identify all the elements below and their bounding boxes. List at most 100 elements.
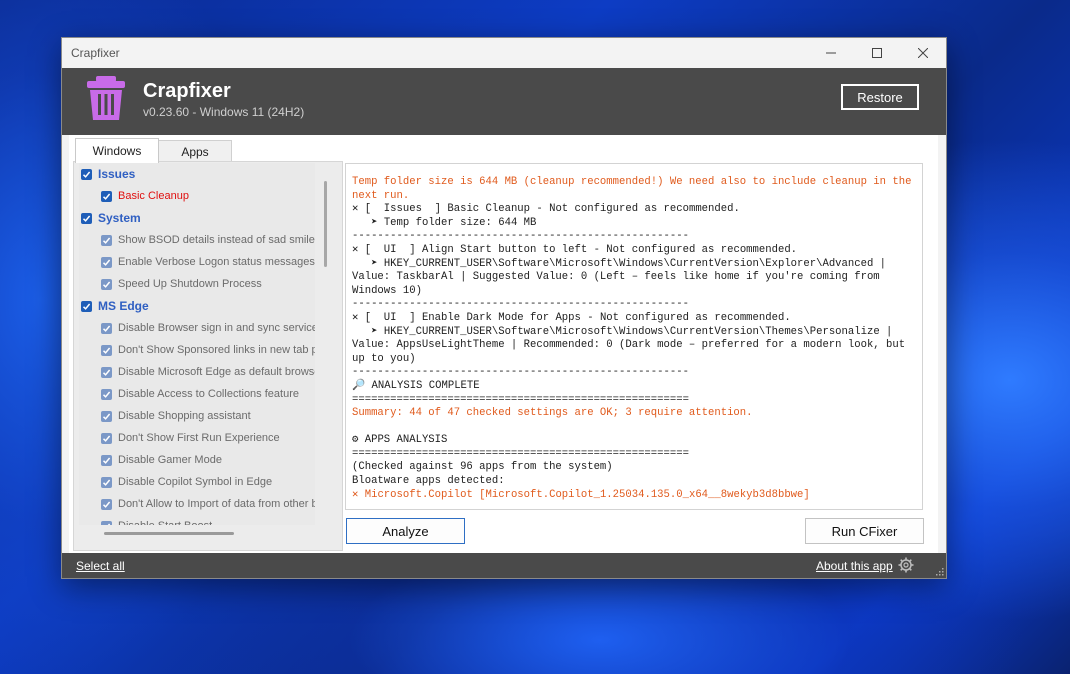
settings-item-label: Disable Gamer Mode [118, 454, 222, 466]
gear-icon[interactable] [898, 557, 914, 573]
settings-item[interactable]: Disable Access to Collections feature [79, 383, 315, 405]
settings-item-label: Don't Show Sponsored links in new tab pa… [118, 344, 315, 356]
log-line: ➤ HKEY_CURRENT_USER\Software\Microsoft\W… [352, 325, 912, 365]
checkbox[interactable] [81, 168, 92, 180]
settings-item-label: Enable Verbose Logon status messages [118, 256, 315, 268]
log-line: (Checked against 96 apps from the system… [352, 461, 613, 474]
app-window: Crapfixer Crapfixer v0.23.60 - Windows 1… [61, 37, 947, 579]
checkbox[interactable] [81, 300, 92, 312]
check-icon [82, 303, 91, 310]
log-line: ----------------------------------------… [352, 366, 689, 379]
log-line: Temp folder size is 644 MB (cleanup reco… [352, 176, 918, 202]
run-cfixer-button[interactable]: Run CFixer [805, 518, 924, 544]
settings-item[interactable]: Disable Browser sign in and sync service… [79, 317, 315, 339]
checkbox[interactable] [101, 388, 112, 400]
close-button[interactable] [900, 38, 946, 68]
settings-tree[interactable]: Issues Basic Cleanup System Show BSOD detai… [79, 163, 315, 525]
log-line: Summary: 44 of 47 checked settings are O… [352, 407, 753, 420]
settings-item-label: Disable Microsoft Edge as default browse… [118, 366, 315, 378]
checkbox[interactable] [81, 212, 92, 224]
settings-group[interactable]: Issues [79, 163, 315, 185]
maximize-icon [872, 48, 882, 58]
vertical-scrollbar[interactable] [324, 181, 327, 267]
settings-item[interactable]: Don't Show First Run Experience [79, 427, 315, 449]
tab-apps[interactable]: Apps [158, 140, 232, 163]
checkbox[interactable] [101, 498, 112, 510]
checkbox[interactable] [101, 432, 112, 444]
checkbox[interactable] [101, 256, 112, 268]
close-icon [918, 48, 928, 58]
minimize-icon [826, 52, 836, 54]
horizontal-scrollbar[interactable] [104, 532, 234, 535]
check-icon [102, 347, 111, 354]
analysis-log[interactable]: Temp folder size is 644 MB (cleanup reco… [345, 163, 923, 510]
settings-item[interactable]: Enable Verbose Logon status messages [79, 251, 315, 273]
check-icon [82, 215, 91, 222]
settings-item[interactable]: Basic Cleanup [79, 185, 315, 207]
settings-item[interactable]: Speed Up Shutdown Process [79, 273, 315, 295]
checkbox[interactable] [101, 520, 112, 525]
check-icon [102, 457, 111, 464]
check-icon [82, 171, 91, 178]
checkbox[interactable] [101, 190, 112, 202]
settings-item-label: System [98, 211, 141, 225]
log-line: ✕ [ UI ] Align Start button to left - No… [352, 243, 798, 256]
settings-item[interactable]: Disable Gamer Mode [79, 449, 315, 471]
settings-group[interactable]: MS Edge [79, 295, 315, 317]
minimize-button[interactable] [808, 38, 854, 68]
about-link[interactable]: About this app [816, 559, 893, 573]
settings-item[interactable]: Disable Copilot Symbol in Edge [79, 471, 315, 493]
settings-item[interactable]: Show BSOD details instead of sad smiley [79, 229, 315, 251]
log-line: ➤ Temp folder size: 644 MB [352, 216, 537, 229]
settings-group[interactable]: System [79, 207, 315, 229]
checkbox[interactable] [101, 476, 112, 488]
log-line: ----------------------------------------… [352, 230, 689, 243]
checkbox[interactable] [101, 278, 112, 290]
log-line: ----------------------------------------… [352, 298, 689, 311]
settings-item-label: Don't Show First Run Experience [118, 432, 280, 444]
checkbox[interactable] [101, 234, 112, 246]
analyze-button[interactable]: Analyze [346, 518, 465, 544]
settings-item[interactable]: Disable Shopping assistant [79, 405, 315, 427]
app-version: v0.23.60 - Windows 11 (24H2) [143, 105, 305, 119]
check-icon [102, 501, 111, 508]
size-grip-icon[interactable] [935, 567, 944, 576]
log-line: ========================================… [352, 393, 689, 406]
checkbox[interactable] [101, 322, 112, 334]
footer-bar: Select all About this app [62, 553, 946, 578]
check-icon [102, 237, 111, 244]
check-icon [102, 281, 111, 288]
settings-item-label: Disable Browser sign in and sync service… [118, 322, 315, 334]
settings-item-label: Basic Cleanup [118, 190, 189, 202]
settings-item-label: Disable Access to Collections feature [118, 388, 299, 400]
app-header: Crapfixer v0.23.60 - Windows 11 (24H2) R… [62, 68, 946, 135]
settings-item-label: Disable Start Boost [118, 520, 212, 525]
settings-item[interactable]: Don't Allow to Import of data from other… [79, 493, 315, 515]
check-icon [107, 523, 111, 525]
main-content: Windows Apps Issues Basic Cleanup System Sh… [69, 135, 938, 553]
title-bar[interactable]: Crapfixer [62, 38, 946, 68]
checkbox[interactable] [101, 366, 112, 378]
settings-item-label: Don't Allow to Import of data from other… [118, 498, 315, 510]
settings-item[interactable]: Disable Start Boost [79, 515, 315, 525]
window-title: Crapfixer [71, 46, 120, 60]
checkbox[interactable] [101, 344, 112, 356]
log-line: ✕ Microsoft.Copilot [Microsoft.Copilot_1… [352, 488, 810, 501]
settings-item[interactable]: Disable Microsoft Edge as default browse… [79, 361, 315, 383]
checkbox[interactable] [101, 454, 112, 466]
restore-button[interactable]: Restore [841, 84, 919, 110]
check-icon [102, 435, 111, 442]
settings-item-label: Disable Copilot Symbol in Edge [118, 476, 273, 488]
check-icon [102, 259, 111, 266]
maximize-button[interactable] [854, 38, 900, 68]
log-line: ========================================… [352, 447, 689, 460]
select-all-link[interactable]: Select all [76, 559, 125, 573]
checkbox[interactable] [101, 410, 112, 422]
check-icon [102, 193, 111, 200]
log-line: ⚙ APPS ANALYSIS [352, 434, 448, 447]
tab-windows[interactable]: Windows [75, 138, 159, 163]
settings-item[interactable]: Don't Show Sponsored links in new tab pa… [79, 339, 315, 361]
log-line: ✕ [ UI ] Enable Dark Mode for Apps - Not… [352, 311, 791, 324]
check-icon [102, 391, 111, 398]
